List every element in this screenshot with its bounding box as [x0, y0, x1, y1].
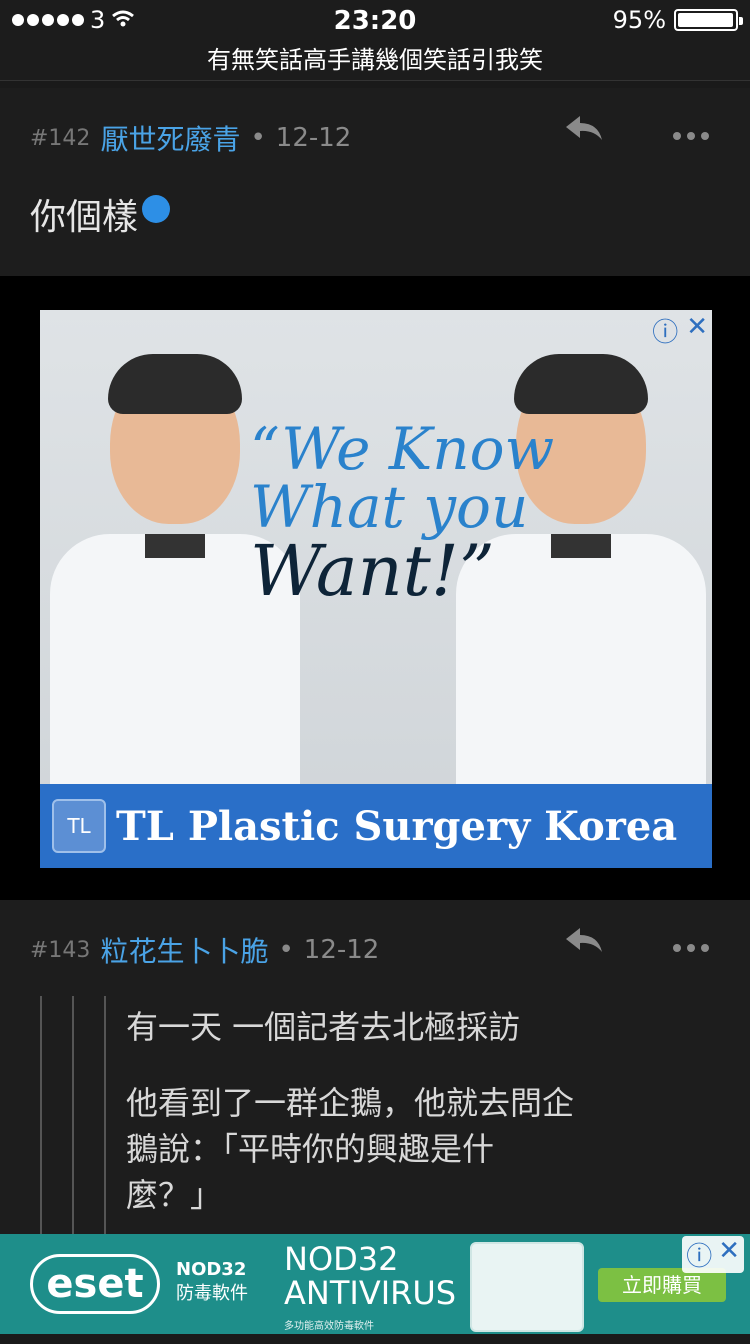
- battery-icon: [674, 9, 743, 31]
- thread-title-bar: 有無笑話高手講幾個笑話引我笑: [0, 42, 750, 81]
- ad-quote-line-1: “We Know: [250, 415, 555, 483]
- post-142: #142 厭世死廢青 • 12-12 你個樣: [0, 88, 750, 276]
- post-date: 12-12: [303, 935, 380, 965]
- bottom-ad-banner[interactable]: eset NOD32 防毒軟件 NOD32 ANTIVIRUS 多功能高效防毒軟…: [0, 1234, 750, 1334]
- ad-controls: ⓘ ✕: [652, 312, 708, 349]
- product-box-image: [470, 1242, 584, 1332]
- more-options-icon[interactable]: [672, 115, 710, 148]
- post-meta: #143 粒花生卜卜脆 • 12-12: [30, 930, 379, 970]
- ad-subline: 多功能高效防毒軟件: [284, 1321, 374, 1332]
- nod-label: NOD32 防毒軟件: [176, 1258, 248, 1306]
- quote-line: 鵝說：「平時你的興趣是什: [126, 1130, 495, 1168]
- quote-line: 麼？」: [126, 1176, 223, 1214]
- thread-title: 有無笑話高手講幾個笑話引我笑: [207, 46, 543, 74]
- post-143: #143 粒花生卜卜脆 • 12-12 有一天 一個記者去北極採訪 他看到了一群…: [0, 900, 750, 1234]
- post-author[interactable]: 厭世死廢青: [100, 118, 240, 158]
- more-options-icon[interactable]: [672, 927, 710, 960]
- ad-info-icon[interactable]: ⓘ: [686, 1236, 712, 1273]
- ad-close-icon[interactable]: ✕: [718, 1236, 740, 1273]
- post-content: 你個樣: [30, 188, 171, 240]
- eset-logo: eset: [30, 1254, 160, 1314]
- post-date-dot: •: [250, 123, 266, 153]
- post-actions: [564, 114, 710, 148]
- ad-headline-line-2: ANTIVIRUS: [284, 1274, 457, 1312]
- quote-line: 有一天 一個記者去北極採訪: [126, 1008, 521, 1046]
- quote-thread-line: [104, 996, 106, 1234]
- tl-logo-icon: TL: [52, 799, 106, 853]
- post-text: 你個樣: [30, 197, 139, 238]
- ad-quote-line-2: What you: [250, 473, 529, 541]
- smiley-emoji-icon: [142, 195, 171, 223]
- ad-container: “We Know What you Want!” TL TL Plastic S…: [0, 276, 750, 900]
- quote-line: 他看到了一群企鵝，他就去問企: [126, 1084, 575, 1122]
- ad-banner: TL TL Plastic Surgery Korea: [40, 784, 712, 868]
- post-meta: #142 厭世死廢青 • 12-12: [30, 118, 351, 158]
- bottom-ad-controls: ⓘ ✕: [682, 1236, 744, 1273]
- buy-now-button[interactable]: 立即購買: [598, 1268, 726, 1302]
- ad-close-icon[interactable]: ✕: [686, 312, 708, 349]
- ad-quote: “We Know What you Want!”: [250, 420, 570, 606]
- post-date-dot: •: [278, 935, 294, 965]
- nod-label-line-1: NOD32: [176, 1259, 247, 1280]
- quoted-content: 有一天 一個記者去北極採訪 他看到了一群企鵝，他就去問企 鵝說：「平時你的興趣是…: [126, 1004, 626, 1218]
- quote-thread-line: [40, 996, 42, 1234]
- battery-percent: 95%: [612, 6, 666, 34]
- post-number: #142: [30, 125, 91, 151]
- ad-info-icon[interactable]: ⓘ: [652, 312, 678, 349]
- ad-headline-line-1: NOD32: [284, 1240, 399, 1278]
- post-number: #143: [30, 937, 91, 963]
- ad-image[interactable]: “We Know What you Want!” TL TL Plastic S…: [40, 310, 712, 868]
- nod-label-line-2: 防毒軟件: [176, 1283, 248, 1304]
- reply-icon[interactable]: [564, 926, 604, 960]
- post-actions: [564, 926, 710, 960]
- quote-thread-line: [72, 996, 74, 1234]
- post-date: 12-12: [275, 123, 352, 153]
- ad-quote-line-3: Want!”: [250, 530, 495, 612]
- status-bar: 3 23:20 95%: [0, 0, 750, 42]
- battery-area: 95%: [612, 6, 743, 34]
- ad-brand: TL Plastic Surgery Korea: [116, 802, 678, 850]
- post-author[interactable]: 粒花生卜卜脆: [100, 930, 268, 970]
- ad-headline: NOD32 ANTIVIRUS 多功能高效防毒軟件: [284, 1242, 456, 1344]
- reply-icon[interactable]: [564, 114, 604, 148]
